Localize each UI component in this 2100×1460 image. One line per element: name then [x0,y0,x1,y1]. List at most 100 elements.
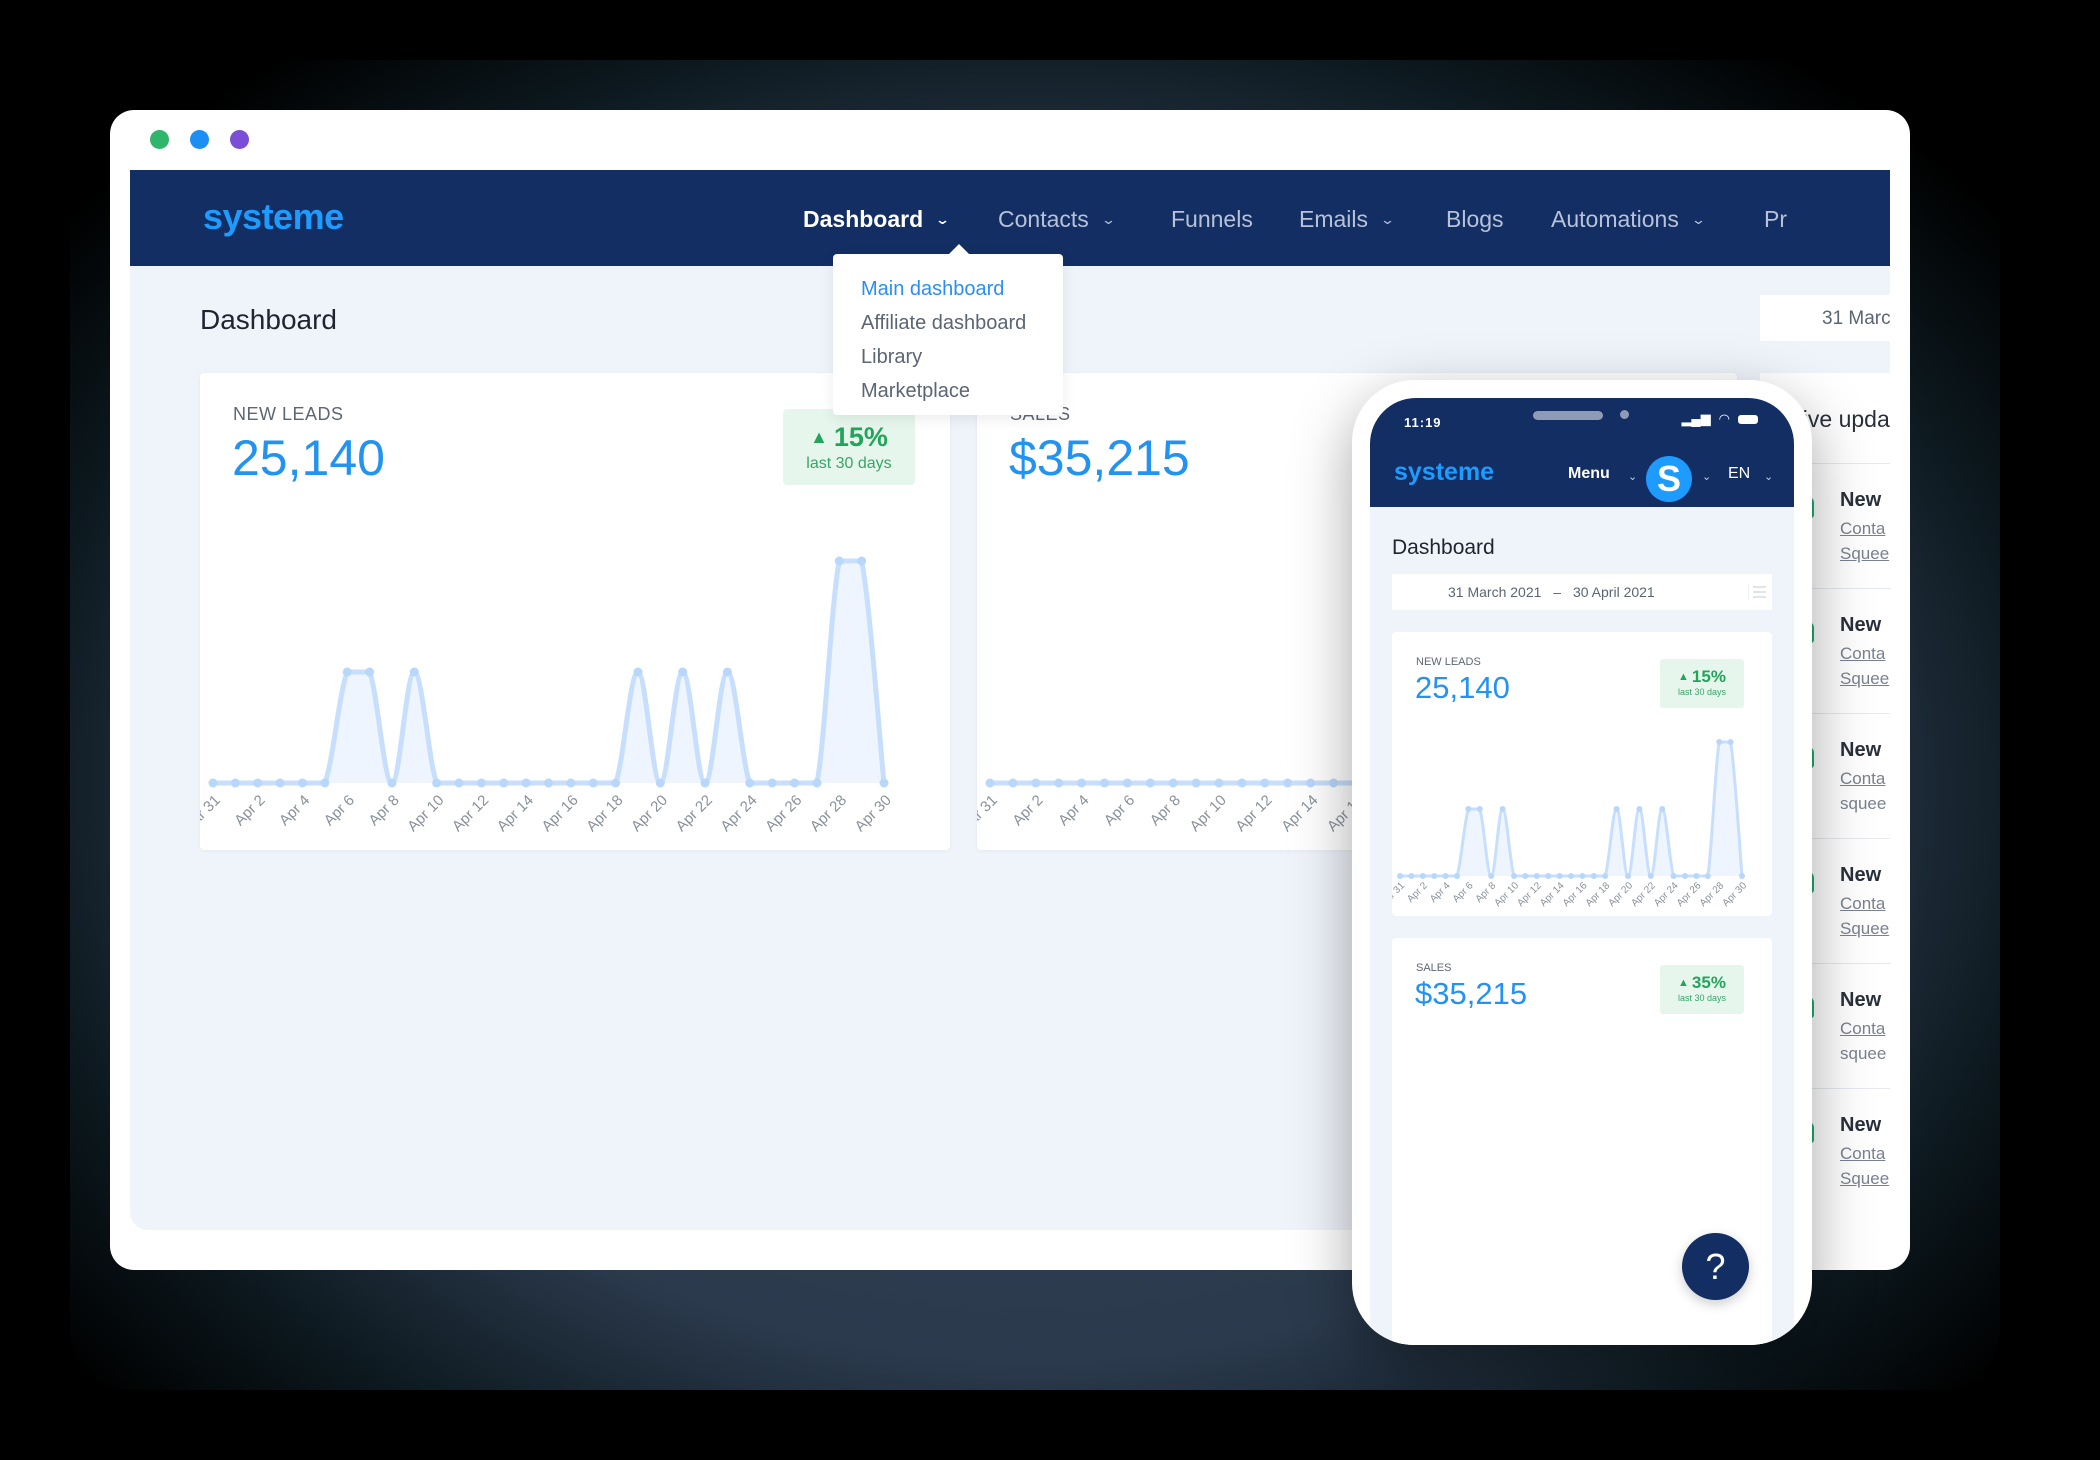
chart-point-apr-4[interactable] [1442,873,1449,879]
nav-item-blogs[interactable]: Blogs [1446,206,1504,233]
contact-link[interactable]: Conta [1840,644,1885,664]
chart-point-apr-22[interactable] [1647,873,1654,879]
chart-point-apr-14[interactable] [521,778,531,788]
funnel-link[interactable]: Squee [1840,669,1889,689]
chart-point-apr-3[interactable] [275,778,285,788]
dropdown-item-main-dashboard[interactable]: Main dashboard [861,272,1063,306]
chart-point-apr-15[interactable] [544,778,553,788]
chart-point-apr-15[interactable] [1568,873,1574,879]
funnel-link[interactable]: Squee [1840,1169,1889,1189]
chart-point-mar-31[interactable] [208,778,218,788]
funnel-link[interactable]: Squee [1840,919,1889,939]
chart-point-apr-21[interactable] [678,667,688,677]
chart-point-apr-1[interactable] [1008,778,1018,788]
nav-item-automations[interactable]: Automations ⌄ [1551,206,1706,233]
traffic-light-blue[interactable] [190,130,209,149]
chart-point-apr-9[interactable] [409,667,419,677]
chart-point-apr-13[interactable] [499,778,509,788]
chart-point-apr-7[interactable] [1476,806,1483,812]
chart-point-apr-13[interactable] [1283,778,1293,788]
dropdown-item-affiliate-dashboard[interactable]: Affiliate dashboard [861,306,1063,340]
chart-point-apr-20[interactable] [1625,873,1631,879]
nav-item-contacts[interactable]: Contacts ⌄ [998,206,1116,233]
nav-item-emails[interactable]: Emails ⌄ [1299,206,1395,233]
chart-point-apr-18[interactable] [611,778,621,788]
chart-point-apr-28[interactable] [1716,739,1723,745]
chart-point-apr-16[interactable] [566,778,576,788]
contact-link[interactable]: Conta [1840,894,1885,914]
chart-point-apr-5[interactable] [1100,778,1109,788]
help-button[interactable]: ? [1682,1233,1749,1300]
traffic-light-green[interactable] [150,130,169,149]
chart-point-apr-8[interactable] [387,778,397,788]
nav-item-funnels[interactable]: Funnels [1171,206,1253,233]
nav-item-pr[interactable]: Pr [1764,206,1787,233]
chart-point-apr-24[interactable] [745,778,755,788]
chart-point-apr-14[interactable] [1306,778,1316,788]
chart-point-apr-5[interactable] [1454,873,1460,879]
chart-point-apr-12[interactable] [1260,778,1270,788]
chart-point-apr-1[interactable] [1408,873,1415,879]
filter-icon[interactable] [1748,584,1766,600]
traffic-light-purple[interactable] [230,130,249,149]
chart-point-apr-25[interactable] [767,778,777,788]
chart-point-apr-10[interactable] [1214,778,1224,788]
chart-point-apr-10[interactable] [1511,873,1517,879]
chart-point-apr-11[interactable] [1237,778,1247,788]
phone-menu-button[interactable]: Menu [1568,465,1610,483]
chart-point-apr-20[interactable] [655,778,665,788]
chart-point-apr-6[interactable] [342,667,352,677]
systeme-logo[interactable]: systeme [203,196,344,238]
chart-point-apr-16[interactable] [1579,873,1586,879]
chart-point-apr-30[interactable] [879,778,889,788]
chart-point-apr-5[interactable] [320,778,330,788]
chart-point-apr-6[interactable] [1122,778,1132,788]
chart-point-apr-23[interactable] [722,667,732,677]
chart-point-apr-11[interactable] [1522,873,1529,879]
chart-point-apr-27[interactable] [812,778,822,788]
avatar[interactable]: S [1646,456,1692,502]
chart-point-mar-31[interactable] [985,778,995,788]
chart-point-apr-26[interactable] [790,778,800,788]
chart-point-apr-12[interactable] [1533,873,1540,879]
dropdown-item-library[interactable]: Library [861,340,1063,374]
chart-point-apr-10[interactable] [432,778,442,788]
chart-point-apr-6[interactable] [1465,806,1472,812]
chart-point-apr-24[interactable] [1670,873,1677,879]
chart-point-apr-8[interactable] [1168,778,1178,788]
phone-systeme-logo[interactable]: systeme [1394,458,1494,487]
chart-point-apr-22[interactable] [700,778,710,788]
chart-point-mar-31[interactable] [1397,873,1403,879]
chart-point-apr-2[interactable] [1419,873,1426,879]
chart-point-apr-3[interactable] [1431,873,1438,879]
chart-point-apr-25[interactable] [1682,873,1688,879]
chart-point-apr-3[interactable] [1054,778,1064,788]
chart-point-apr-14[interactable] [1556,873,1563,879]
chart-point-apr-23[interactable] [1659,806,1666,812]
chart-point-apr-17[interactable] [1590,873,1597,879]
contact-link[interactable]: Conta [1840,1019,1885,1039]
funnel-link[interactable]: Squee [1840,544,1889,564]
chart-point-apr-7[interactable] [1145,778,1155,788]
chart-point-apr-21[interactable] [1636,806,1643,812]
chart-point-apr-13[interactable] [1545,873,1552,879]
contact-link[interactable]: Conta [1840,1144,1885,1164]
contact-link[interactable]: Conta [1840,519,1885,539]
dropdown-item-marketplace[interactable]: Marketplace [861,374,1063,408]
chart-point-apr-15[interactable] [1329,778,1338,788]
chart-point-apr-2[interactable] [1031,778,1041,788]
chart-point-apr-12[interactable] [476,778,486,788]
language-selector[interactable]: EN [1728,465,1750,483]
chart-point-apr-26[interactable] [1693,873,1700,879]
contact-link[interactable]: Conta [1840,769,1885,789]
chart-point-apr-19[interactable] [633,667,643,677]
chart-point-apr-9[interactable] [1499,806,1506,812]
chart-point-apr-8[interactable] [1488,873,1495,879]
chart-point-apr-4[interactable] [1077,778,1087,788]
chart-point-apr-30[interactable] [1739,873,1745,879]
chart-point-apr-1[interactable] [230,778,240,788]
chart-point-apr-4[interactable] [297,778,307,788]
chart-point-apr-9[interactable] [1191,778,1201,788]
chart-point-apr-28[interactable] [834,556,844,566]
nav-item-dashboard[interactable]: Dashboard ⌄ [803,206,950,233]
